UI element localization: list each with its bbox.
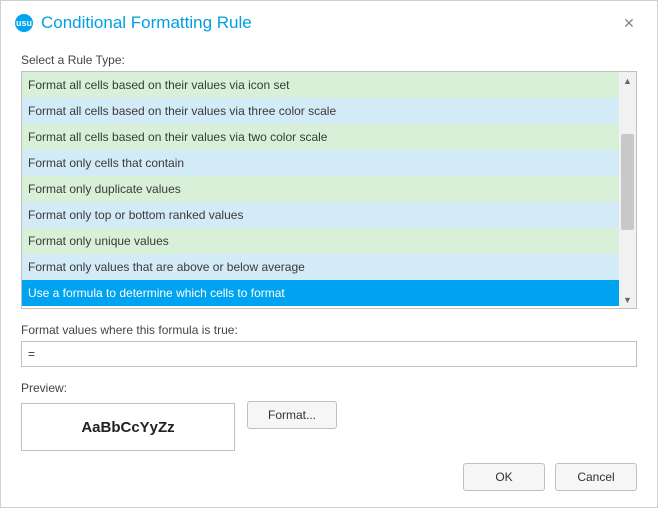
rule-type-listbox: Format all cells based on their values v… — [21, 71, 637, 309]
conditional-formatting-dialog: usu Conditional Formatting Rule ✕ Select… — [0, 0, 658, 508]
rule-type-list[interactable]: Format all cells based on their values v… — [22, 72, 619, 308]
titlebar: usu Conditional Formatting Rule ✕ — [1, 1, 657, 45]
format-button[interactable]: Format... — [247, 401, 337, 429]
rule-type-item[interactable]: Format only top or bottom ranked values — [22, 202, 619, 228]
cancel-button[interactable]: Cancel — [555, 463, 637, 491]
rule-type-item[interactable]: Format all cells based on their values v… — [22, 124, 619, 150]
rule-type-item[interactable]: Format all cells based on their values v… — [22, 98, 619, 124]
rule-type-item[interactable]: Format only unique values — [22, 228, 619, 254]
scroll-up-icon[interactable]: ▲ — [619, 72, 636, 89]
rule-type-scrollbar[interactable]: ▲ ▼ — [619, 72, 636, 308]
formula-input[interactable] — [21, 341, 637, 367]
rule-type-item[interactable]: Format all cells based on their values v… — [22, 72, 619, 98]
rule-type-item[interactable]: Format only duplicate values — [22, 176, 619, 202]
preview-label: Preview: — [21, 381, 637, 395]
ok-button[interactable]: OK — [463, 463, 545, 491]
dialog-title: Conditional Formatting Rule — [41, 13, 615, 33]
rule-type-item[interactable]: Format only values that are above or bel… — [22, 254, 619, 280]
preview-row: AaBbCcYyZz Format... — [21, 403, 637, 451]
select-rule-type-label: Select a Rule Type: — [21, 53, 637, 67]
rule-type-item[interactable]: Use a formula to determine which cells t… — [22, 280, 619, 306]
app-logo-icon: usu — [15, 14, 33, 32]
close-icon[interactable]: ✕ — [615, 9, 643, 37]
scroll-thumb[interactable] — [621, 134, 634, 230]
scroll-down-icon[interactable]: ▼ — [619, 291, 636, 308]
dialog-buttons: OK Cancel — [463, 463, 637, 491]
rule-type-item[interactable]: Format only cells that contain — [22, 150, 619, 176]
preview-sample: AaBbCcYyZz — [21, 403, 235, 451]
dialog-content: Select a Rule Type: Format all cells bas… — [1, 45, 657, 507]
formula-label: Format values where this formula is true… — [21, 323, 637, 337]
